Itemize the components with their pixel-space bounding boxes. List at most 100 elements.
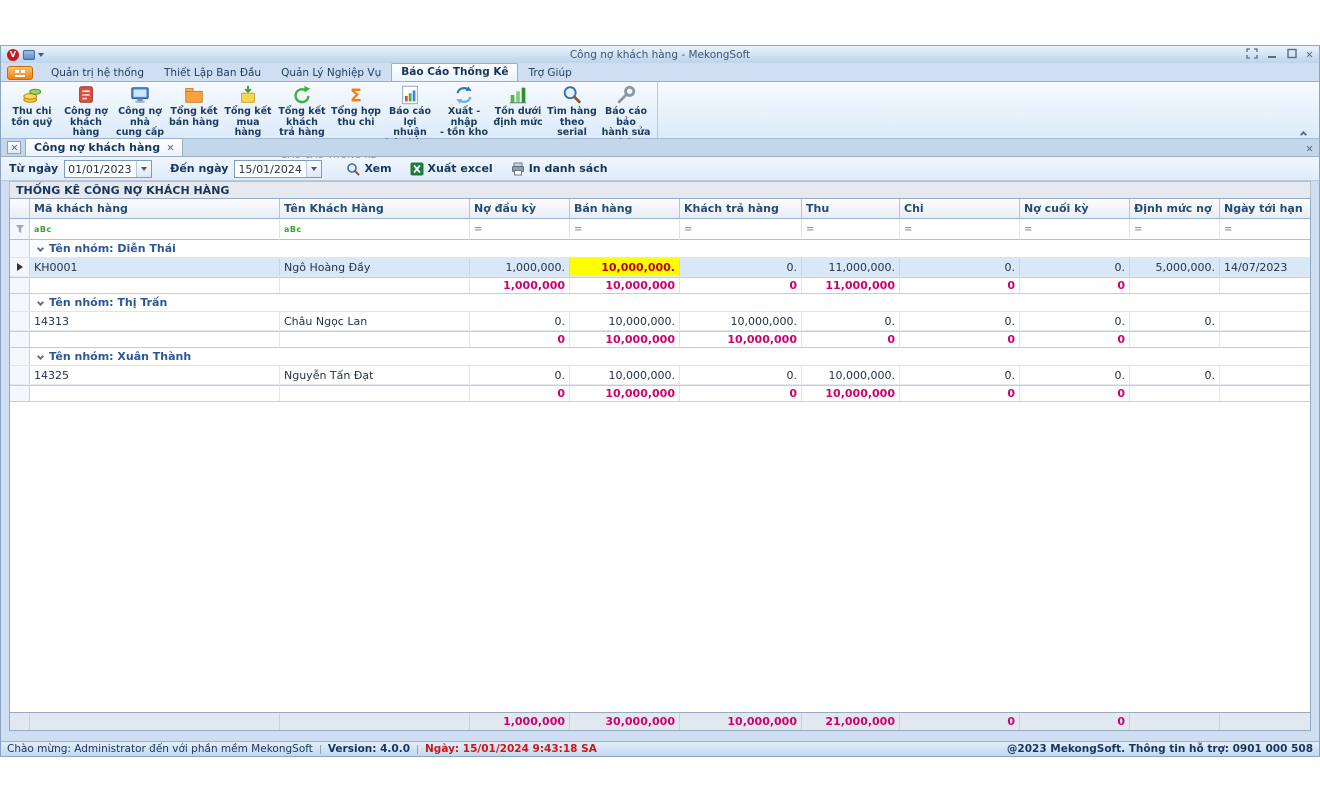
sigma-icon: Σ	[344, 84, 368, 106]
close-tab-right-icon[interactable]	[1306, 142, 1313, 155]
header-indicator-cell	[10, 199, 30, 219]
filter-cell-chi[interactable]: =	[900, 219, 1020, 240]
customer-debt-icon	[74, 84, 98, 106]
highlighted-cell: 10,000,000.	[570, 258, 680, 276]
group-row-xuan-thanh[interactable]: Tên nhóm: Xuân Thành	[10, 348, 1310, 366]
application-button[interactable]	[7, 66, 33, 80]
from-date-dropdown-icon[interactable]	[136, 160, 152, 177]
filter-cell-kth[interactable]: =	[680, 219, 802, 240]
date-text: Ngày: 15/01/2024 9:43:18 SA	[425, 743, 597, 755]
group-subtotal-row: 0 10,000,000 10,000,000 0 0 0	[10, 331, 1310, 348]
tab-close-icon[interactable]	[167, 144, 174, 151]
sales-folder-icon	[182, 84, 206, 106]
ribbon-tab-quan-tri-he-thong[interactable]: Quản trị hệ thống	[41, 65, 154, 81]
to-date-label: Đến ngày	[170, 162, 229, 175]
column-header-thu[interactable]: Thu	[802, 199, 900, 219]
excel-icon	[410, 162, 424, 175]
report-toolbar: Từ ngày 01/01/2023 Đến ngày 15/01/2024 X…	[1, 157, 1319, 181]
ribbon-tab-bao-cao-thong-ke[interactable]: Báo Cáo Thống Kê	[391, 63, 519, 81]
button-tong-ket-ban-hang[interactable]: Tổng kết bán hàng	[167, 83, 221, 129]
filter-cell-bh[interactable]: =	[570, 219, 680, 240]
document-tab-strip: Công nợ khách hàng	[1, 138, 1319, 157]
group-subtotal-row: 1,000,000 10,000,000 0 11,000,000 0 0	[10, 277, 1310, 294]
grid-header-row: Mã khách hàng Tên Khách Hàng Nợ đầu kỳ B…	[10, 199, 1310, 219]
column-header-chi[interactable]: Chi	[900, 199, 1020, 219]
tab-cong-no-khach-hang[interactable]: Công nợ khách hàng	[25, 138, 184, 156]
group-row-thi-tran[interactable]: Tên nhóm: Thị Trấn	[10, 294, 1310, 312]
cycle-arrows-icon	[452, 84, 476, 106]
quick-access-caret-icon[interactable]	[38, 52, 44, 57]
button-thu-chi-ton-quy[interactable]: Thu chi tồn quỹ	[5, 83, 59, 129]
svg-text:Σ: Σ	[350, 86, 362, 106]
view-button[interactable]: Xem	[340, 160, 397, 178]
quick-access-icon[interactable]	[23, 49, 35, 60]
titlebar: V Công nợ khách hàng - MekongSoft	[1, 46, 1319, 63]
app-logo[interactable]: V	[7, 48, 19, 61]
column-header-khach-tra-hang[interactable]: Khách trả hàng	[680, 199, 802, 219]
button-tong-ket-khach-tra-hang[interactable]: Tổng kết khách trả hàng	[275, 83, 329, 140]
column-header-no-dau-ky[interactable]: Nợ đầu kỳ	[470, 199, 570, 219]
print-list-button[interactable]: In danh sách	[505, 160, 614, 178]
from-date-input[interactable]: 01/01/2023	[64, 159, 153, 178]
grand-total-row: 1,000,000 30,000,000 10,000,000 21,000,0…	[10, 712, 1310, 730]
window-title: Công nợ khách hàng - MekongSoft	[569, 48, 751, 61]
filter-cell-nth[interactable]: =	[1220, 219, 1310, 240]
filter-row-indicator	[10, 219, 30, 240]
funnel-icon	[15, 225, 24, 233]
filter-cell-thu[interactable]: =	[802, 219, 900, 240]
collapse-chevron-icon[interactable]	[36, 244, 45, 253]
close-icon[interactable]	[1306, 48, 1313, 61]
data-row-14313[interactable]: 14313 Châu Ngọc Lan 0. 10,000,000. 10,00…	[10, 312, 1310, 331]
coins-icon	[20, 84, 44, 106]
ribbon-tab-thiet-lap-ban-dau[interactable]: Thiết Lập Ban Đầu	[154, 65, 271, 81]
data-row-14325[interactable]: 14325 Nguyễn Tấn Đạt 0. 10,000,000. 0. 1…	[10, 366, 1310, 385]
filter-cell-name[interactable]: aBc	[280, 219, 470, 240]
column-header-ngay-toi-han[interactable]: Ngày tới hạn	[1220, 199, 1310, 219]
to-date-input[interactable]: 15/01/2024	[234, 159, 323, 178]
column-header-ban-hang[interactable]: Bán hàng	[570, 199, 680, 219]
filter-cell-nck[interactable]: =	[1020, 219, 1130, 240]
column-header-dinh-muc-no[interactable]: Định mức nợ	[1130, 199, 1220, 219]
search-icon	[560, 84, 584, 106]
magnifier-icon	[347, 162, 360, 175]
filter-cell-code[interactable]: aBc	[30, 219, 280, 240]
ribbon-tab-tro-giup[interactable]: Trợ Giúp	[518, 65, 581, 81]
maximize-icon[interactable]	[1286, 48, 1298, 61]
bar-chart-icon	[506, 84, 530, 106]
grid-icon	[15, 69, 25, 77]
focused-row-arrow-icon	[16, 263, 23, 271]
filter-cell-ndk[interactable]: =	[470, 219, 570, 240]
grid-filter-row: aBc aBc = = = = = = = =	[10, 219, 1310, 240]
button-tim-hang-theo-serial[interactable]: Tìm hàng theo serial	[545, 83, 599, 140]
button-tong-ket-mua-hang[interactable]: Tổng kết mua hàng	[221, 83, 275, 140]
support-text: @2023 MekongSoft. Thông tin hỗ trợ: 0901…	[1006, 743, 1313, 755]
button-cong-no-khach-hang[interactable]: Công nợ khách hàng	[59, 83, 113, 140]
collapse-chevron-icon[interactable]	[36, 352, 45, 361]
button-xuat-nhap-ton-kho[interactable]: Xuất - nhập - tồn kho	[437, 83, 491, 140]
printer-icon	[511, 162, 524, 175]
to-date-dropdown-icon[interactable]	[306, 160, 322, 177]
from-date-label: Từ ngày	[9, 162, 59, 175]
column-header-no-cuoi-ky[interactable]: Nợ cuối kỳ	[1020, 199, 1130, 219]
column-header-ma-khach-hang[interactable]: Mã khách hàng	[30, 199, 280, 219]
column-header-ten-khach-hang[interactable]: Tên Khách Hàng	[280, 199, 470, 219]
ribbon-collapse-icon[interactable]	[1299, 127, 1311, 139]
group-row-dien-thai[interactable]: Tên nhóm: Diễn Thái	[10, 240, 1310, 258]
ribbon-group-bao-cao-thong-ke: Thu chi tồn quỹ Công nợ khách hàng Công nợ…	[1, 82, 658, 161]
status-bar: Chào mừng: Administrator đến với phần mề…	[1, 741, 1319, 756]
data-row-kh0001[interactable]: KH0001 Ngô Hoàng Đầy 1,000,000. 10,000,0…	[10, 258, 1310, 277]
export-excel-button[interactable]: Xuất excel	[404, 160, 499, 178]
filter-cell-dmn[interactable]: =	[1130, 219, 1220, 240]
close-tab-left-icon[interactable]	[7, 141, 21, 154]
button-ton-duoi-dinh-muc[interactable]: Tồn dưới định mức	[491, 83, 545, 129]
ribbon-tab-strip: Quản trị hệ thống Thiết Lập Ban Đầu Quản…	[1, 63, 1319, 81]
collapse-chevron-icon[interactable]	[36, 298, 45, 307]
button-tong-hop-thu-chi[interactable]: Σ Tổng hợp thu chi	[329, 83, 383, 129]
resize-icon[interactable]	[1246, 48, 1258, 61]
report-title: THỐNG KÊ CÔNG NỢ KHÁCH HÀNG	[9, 181, 1311, 198]
minimize-icon[interactable]	[1266, 48, 1278, 61]
group-subtotal-row: 0 10,000,000 0 10,000,000 0 0	[10, 385, 1310, 402]
button-cong-no-nha-cung-cap[interactable]: Công nợ nhà cung cấp	[113, 83, 167, 140]
data-grid: Mã khách hàng Tên Khách Hàng Nợ đầu kỳ B…	[9, 198, 1311, 731]
ribbon-tab-quan-ly-nghiep-vu[interactable]: Quản Lý Nghiệp Vụ	[271, 65, 391, 81]
